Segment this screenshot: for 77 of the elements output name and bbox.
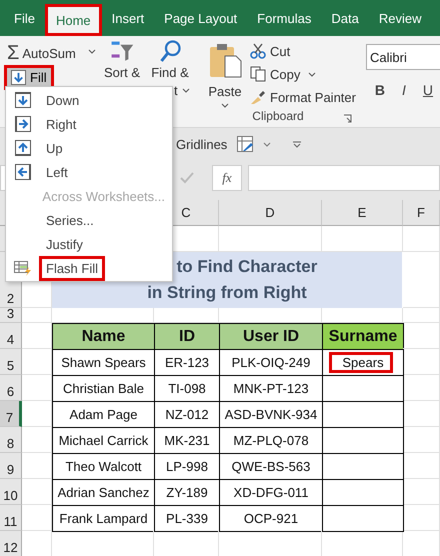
ribbon-tab[interactable]: Page Layout	[154, 0, 248, 36]
grid-cell	[403, 323, 440, 349]
sort-filter-icon[interactable]	[109, 40, 135, 64]
italic-button[interactable]: I	[396, 82, 412, 98]
find-label-tail: t	[174, 83, 178, 98]
arrow-left-icon	[14, 164, 30, 180]
formula-input[interactable]	[248, 165, 440, 191]
paste-icon[interactable]	[208, 42, 242, 78]
row-header[interactable]: 3	[0, 308, 22, 323]
column-header[interactable]: E	[322, 200, 403, 226]
column-heading: Surname	[322, 323, 404, 350]
grid-cell	[22, 308, 52, 323]
grid-cell	[403, 252, 440, 308]
grid-cell	[403, 308, 440, 323]
row-header[interactable]: 11	[0, 505, 22, 531]
bold-button[interactable]: B	[372, 82, 388, 98]
underline-button[interactable]: U	[420, 82, 436, 98]
sort-label: Sort &	[104, 65, 140, 80]
grid-cell	[403, 453, 440, 479]
check-icon[interactable]	[180, 172, 194, 184]
table-cell: Frank Lampard	[52, 505, 155, 532]
scissors-icon	[250, 43, 266, 59]
row-header[interactable]: 10	[0, 479, 22, 505]
grid-cell	[403, 479, 440, 505]
row-header[interactable]: 12	[0, 531, 22, 556]
paste-label[interactable]: Paste	[208, 84, 242, 99]
row-header[interactable]: 7	[0, 401, 22, 427]
cut-button[interactable]: Cut	[250, 41, 356, 61]
brush-icon	[250, 89, 266, 105]
flash-fill-icon	[14, 260, 32, 276]
menu-item[interactable]: Right	[6, 112, 172, 136]
dialog-launcher-icon[interactable]	[342, 114, 352, 123]
gridlines-label[interactable]: Gridlines	[176, 136, 228, 152]
ribbon-tab[interactable]: Review	[368, 0, 432, 36]
caret-icon[interactable]	[263, 142, 272, 146]
ribbon-tab[interactable]: File	[4, 0, 45, 36]
caret-icon[interactable]	[88, 49, 96, 54]
row-header[interactable]: 9	[0, 453, 22, 479]
pages-icon	[250, 66, 266, 82]
search-icon[interactable]	[158, 40, 182, 64]
row-header[interactable]: 5	[0, 349, 22, 375]
column-heading: User ID	[219, 323, 323, 350]
caret-icon[interactable]	[308, 72, 316, 76]
caret-icon[interactable]	[221, 103, 229, 108]
find-label: Find &	[151, 65, 189, 80]
grid-cell	[403, 401, 440, 427]
group-label: Clipboard	[252, 109, 304, 123]
ribbon-tab[interactable]: Insert	[102, 0, 154, 36]
menu-item[interactable]: Down	[6, 88, 172, 112]
column-heading: Name	[52, 323, 155, 350]
column-header[interactable]: D	[219, 200, 322, 226]
insert-function-button[interactable]: fx	[212, 165, 242, 191]
table-icon[interactable]	[237, 136, 254, 152]
grid-cell	[403, 505, 440, 531]
arrow-right-icon	[14, 116, 30, 132]
ribbon-tab[interactable]: Formulas	[247, 0, 322, 36]
column-heading: ID	[154, 323, 220, 350]
customize-icon[interactable]	[293, 140, 302, 148]
arrow-up-icon	[14, 140, 30, 156]
menu-item[interactable]: Left	[6, 160, 172, 184]
grid-cell	[403, 375, 440, 401]
caret-icon[interactable]	[182, 88, 190, 93]
menu-item[interactable]: Up	[6, 136, 172, 160]
grid-cell	[403, 226, 440, 252]
grid-cell	[403, 427, 440, 453]
arrow-down-icon	[14, 92, 30, 108]
row-header[interactable]: 6	[0, 375, 22, 401]
grid-cell	[403, 349, 440, 375]
copy-button[interactable]: Copy	[250, 64, 300, 84]
format-painter-button[interactable]: Format Painter	[250, 87, 356, 107]
autosum-button[interactable]: Σ AutoSum	[0, 42, 98, 64]
column-header[interactable]: F	[403, 200, 440, 226]
ribbon-tab[interactable]: Data	[321, 0, 369, 36]
row-header[interactable]: 8	[0, 427, 22, 453]
ribbon-tab[interactable]: Home	[44, 4, 102, 36]
row-header[interactable]: 4	[0, 323, 22, 349]
font-name-field[interactable]: Calibri	[366, 44, 440, 70]
